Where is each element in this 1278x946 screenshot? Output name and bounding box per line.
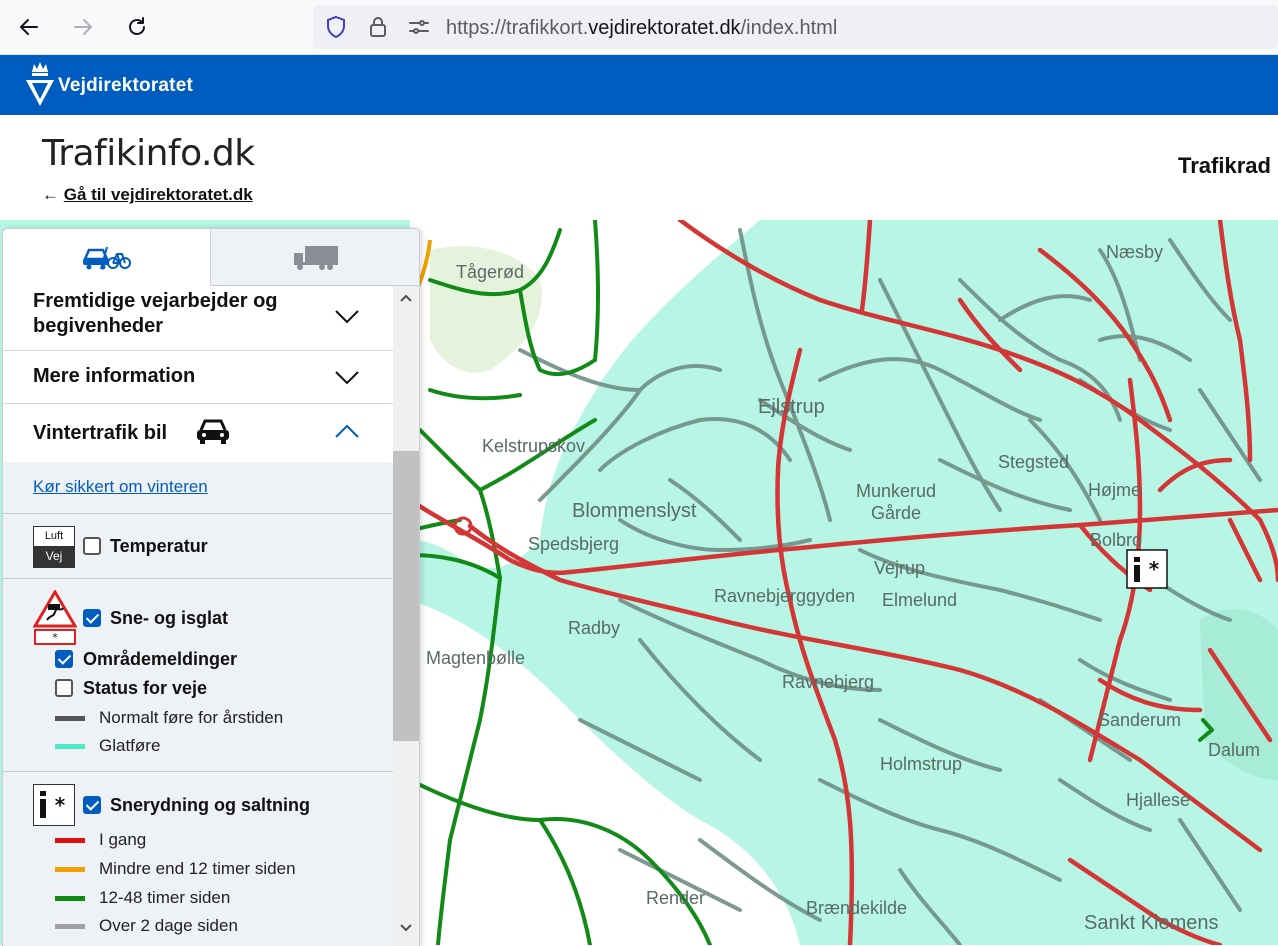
- map-label: Blommenslyst: [572, 500, 697, 522]
- arrow-left-icon: ←: [42, 185, 59, 204]
- scrollbar-thumb[interactable]: [393, 451, 419, 741]
- svg-text:*: *: [55, 793, 66, 817]
- map-label: Bolbro: [1090, 530, 1143, 550]
- drive-safe-winter-link[interactable]: Kør sikkert om vinteren: [33, 477, 208, 497]
- map-label: Ravnebjerg: [782, 672, 875, 692]
- accordion-winter-car[interactable]: Vintertrafik bil: [3, 404, 393, 462]
- map-label: Kelstrupskov: [482, 436, 586, 456]
- svg-text:*: *: [52, 631, 58, 644]
- back-link-label: Gå til vejdirektoratet.dk: [63, 185, 253, 204]
- scroll-up-icon[interactable]: [393, 287, 419, 309]
- legend-label: Glatføre: [99, 736, 161, 755]
- traffic-advice-link[interactable]: Trafikrad: [1178, 153, 1271, 179]
- map-label: Ravnebjerggyden: [714, 586, 856, 606]
- shield-icon[interactable]: [324, 15, 348, 39]
- map-label: Tågerød: [456, 262, 525, 282]
- car-icon: [197, 419, 229, 444]
- page-title: Trafikinfo.dk: [42, 133, 255, 174]
- accordion-winter-label: Vintertrafik bil: [33, 422, 168, 444]
- temperature-checkbox[interactable]: [83, 537, 101, 555]
- map-label: Sankt Klemens: [1084, 912, 1219, 934]
- svg-text:*: *: [1149, 557, 1160, 581]
- area-messages-checkbox[interactable]: [55, 650, 73, 668]
- legend-swatch-over-2-days: [55, 924, 85, 929]
- scroll-down-icon[interactable]: [393, 917, 419, 939]
- divider: [3, 513, 393, 514]
- site-settings-icon[interactable]: [407, 15, 431, 39]
- snow-ice-label: Sne- og isglat: [110, 608, 229, 628]
- map-label: Render: [646, 888, 706, 908]
- map-label: Elmelund: [882, 590, 958, 610]
- browser-toolbar: https://trafikkort.vejdirektoratet.dk/in…: [0, 0, 1278, 55]
- brand-name[interactable]: Vejdirektoratet: [58, 75, 193, 97]
- chevron-down-icon: [335, 371, 359, 385]
- map-label: Radby: [568, 618, 621, 638]
- legend-label: 12-48 timer siden: [99, 888, 231, 907]
- crown-logo-icon[interactable]: [24, 60, 56, 110]
- map-label: Næsby: [1106, 242, 1164, 262]
- reload-icon[interactable]: [120, 10, 154, 44]
- legend-label: Over 2 dage siden: [99, 916, 238, 935]
- road-status-label: Status for veje: [83, 678, 208, 698]
- back-to-vejdirektoratet-link[interactable]: ← Gå til vejdirektoratet.dk: [42, 185, 253, 205]
- chevron-up-icon: [335, 424, 359, 438]
- snow-clearing-checkbox[interactable]: [83, 796, 101, 814]
- map-label: Magtenbølle: [426, 648, 526, 668]
- legend-swatch-normal: [55, 716, 85, 721]
- map-label: Ejlstrup: [758, 396, 825, 418]
- lock-icon[interactable]: [366, 15, 390, 39]
- car-bicycle-tab[interactable]: [3, 229, 209, 285]
- snow-clearing-marker-icon: *: [1126, 549, 1168, 589]
- layer-panel: Fremtidige vejarbejder og begivenheder M…: [2, 228, 420, 946]
- legend-swatch-under-12h: [55, 867, 85, 872]
- brand-bar: Vejdirektoratet: [0, 55, 1278, 115]
- back-arrow-icon[interactable]: [12, 10, 46, 44]
- map-label: Hjallese: [1126, 790, 1191, 810]
- legend-label: Normalt føre for årstiden: [99, 708, 284, 727]
- snow-clearing-icon: *: [33, 784, 75, 826]
- accordion-more-info[interactable]: Mere information: [3, 351, 393, 404]
- map-label: Stegsted: [998, 452, 1070, 472]
- accordion-more-info-label: Mere information: [33, 365, 196, 387]
- snow-ice-checkbox[interactable]: [83, 609, 101, 627]
- chevron-down-icon: [335, 310, 359, 324]
- panel-scroll-area[interactable]: Fremtidige vejarbejder og begivenheder M…: [3, 286, 393, 946]
- legend-swatch-in-progress: [55, 838, 85, 843]
- divider: [3, 578, 393, 579]
- map-label: Holmstrup: [880, 754, 963, 774]
- legend-swatch-glat: [55, 744, 85, 749]
- map-label: Vejrup: [874, 558, 926, 578]
- map-label: Brændekilde: [806, 898, 908, 918]
- car-bicycle-icon: [83, 246, 131, 270]
- url-bar[interactable]: https://trafikkort.vejdirektoratet.dk/in…: [313, 5, 1278, 49]
- map-label: Munkerud Gårde: [856, 481, 937, 523]
- url-text[interactable]: https://trafikkort.vejdirektoratet.dk/in…: [446, 17, 837, 40]
- legend-swatch-12-48h: [55, 896, 85, 901]
- accordion-future-roadworks[interactable]: Fremtidige vejarbejder og begivenheder: [3, 286, 393, 351]
- winter-layers: Kør sikkert om vinteren Luft Vej Tempera…: [3, 462, 393, 946]
- temperature-label: Temperatur: [110, 536, 208, 556]
- forward-arrow-icon[interactable]: [66, 10, 100, 44]
- snow-clearing-label: Snerydning og saltning: [110, 795, 311, 815]
- map-label: Spedsbjerg: [528, 534, 620, 554]
- truck-icon: [293, 246, 338, 270]
- temperature-badge-icon: Luft Vej: [33, 526, 75, 568]
- site-header: Trafikinfo.dk ← Gå til vejdirektoratet.d…: [0, 115, 1278, 220]
- map-label: Dalum: [1208, 740, 1261, 760]
- accordion-future-label: Fremtidige vejarbejder og begivenheder: [33, 290, 278, 337]
- map-label: Højme: [1088, 480, 1141, 500]
- map-label: Sanderum: [1098, 710, 1182, 730]
- legend-label: I gang: [99, 830, 147, 849]
- area-messages-label: Områdemeldinger: [83, 649, 238, 669]
- slippery-road-icon: *: [33, 590, 77, 645]
- truck-tab[interactable]: [210, 229, 419, 286]
- road-status-checkbox[interactable]: [55, 679, 73, 697]
- divider: [3, 771, 393, 772]
- legend-label: Mindre end 12 timer siden: [99, 859, 296, 878]
